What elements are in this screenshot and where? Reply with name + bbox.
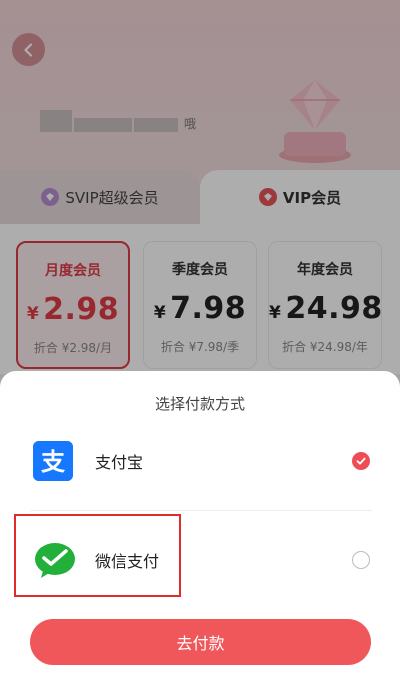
divider [30,510,372,511]
payment-option-alipay[interactable]: 支 支付宝 [0,431,400,491]
selection-highlight [14,514,181,597]
radio-checked-icon[interactable] [352,452,370,470]
pay-button[interactable]: 去付款 [30,619,371,665]
svg-text:支: 支 [41,448,66,476]
payment-method-sheet: 选择付款方式 支 支付宝 微信支付 去付款 [0,371,400,690]
payment-option-label: 支付宝 [95,453,144,472]
sheet-title: 选择付款方式 [154,395,245,413]
radio-unchecked-icon[interactable] [352,551,370,569]
alipay-icon: 支 [33,441,73,481]
